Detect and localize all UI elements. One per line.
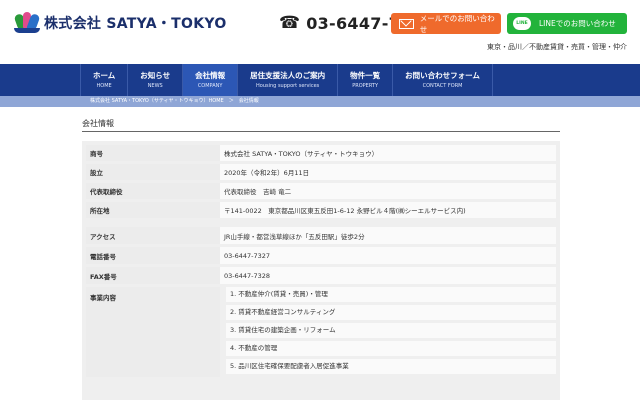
main-nav: ホーム HOME お知らせ NEWS 会社情報 COMPANY 居住支援法人のご… <box>0 64 640 96</box>
nav-item-sublabel: Housing support services <box>256 83 320 89</box>
breadcrumb[interactable]: 株式会社 SATYA・TOKYO（サティヤ・トウキョウ）HOME ＞ 会社情報 <box>0 96 640 107</box>
row-value: 03-6447-7327 <box>220 247 556 264</box>
nav-item-label: お知らせ <box>140 71 171 80</box>
nav-item-sublabel: CONTACT FORM <box>422 83 463 89</box>
row-label: 所在地 <box>86 202 220 218</box>
tagline: 東京・品川／不動産賃貸・売買・管理・仲介 <box>487 43 627 51</box>
line-contact-button[interactable]: LINE LINEでのお問い合わせ <box>507 13 627 34</box>
logo-text: 株式会社 SATYA・TOKYO <box>44 16 227 32</box>
nav-item-label: 居住支援法人のご案内 <box>250 71 326 80</box>
nav-item-company[interactable]: 会社情報 COMPANY <box>183 64 239 96</box>
table-row: 所在地 〒141-0022 東京都品川区東五反田1-6-12 永野ビル４階(㈱シ… <box>86 202 556 227</box>
table-row: 商号 株式会社 SATYA・TOKYO（サティヤ・トウキョウ） <box>86 145 556 164</box>
telephone-icon: ☎ <box>279 13 301 33</box>
row-label: 電話番号 <box>86 247 220 264</box>
nav-item-home[interactable]: ホーム HOME <box>80 64 129 96</box>
row-value: 2020年（令和2年）6月11日 <box>220 164 556 180</box>
table-row: アクセス JR山手線・都営浅草線ほか「五反田駅」徒歩2分 <box>86 227 556 247</box>
mail-icon <box>399 18 414 29</box>
table-row: 事業内容 1. 不動産仲介(賃貸・売買)・管理 2. 賃貸不動産経営コンサルティ… <box>86 287 556 380</box>
list-item: 4. 不動産の管理 <box>226 341 556 356</box>
nav-item-news[interactable]: お知らせ NEWS <box>128 64 184 96</box>
row-value: 株式会社 SATYA・TOKYO（サティヤ・トウキョウ） <box>220 145 556 161</box>
nav-item-contact-form[interactable]: お問い合わせフォーム CONTACT FORM <box>393 64 493 96</box>
company-info-table: 商号 株式会社 SATYA・TOKYO（サティヤ・トウキョウ） 設立 2020年… <box>82 141 560 400</box>
row-label: FAX番号 <box>86 267 220 284</box>
row-value: 代表取締役 吉崎 竜二 <box>220 183 556 199</box>
list-item: 2. 賃貸不動産経営コンサルティング <box>226 305 556 320</box>
line-contact-label: LINEでのお問い合わせ <box>539 19 616 28</box>
logo-mark-icon <box>13 12 41 34</box>
row-label: アクセス <box>86 227 220 244</box>
nav-item-property[interactable]: 物件一覧 PROPERTY <box>338 64 394 96</box>
row-label: 商号 <box>86 145 220 161</box>
row-label: 代表取締役 <box>86 183 220 199</box>
row-value: JR山手線・都営浅草線ほか「五反田駅」徒歩2分 <box>220 227 556 244</box>
list-item: 3. 賃貸住宅の建築企画・リフォーム <box>226 323 556 338</box>
nav-item-sublabel: HOME <box>96 83 112 89</box>
mail-contact-button[interactable]: メールでのお問い合わせ <box>391 13 501 34</box>
table-row: 代表取締役 代表取締役 吉崎 竜二 <box>86 183 556 202</box>
nav-item-label: 会社情報 <box>195 71 226 80</box>
nav-item-label: 物件一覧 <box>350 71 381 80</box>
business-list: 1. 不動産仲介(賃貸・売買)・管理 2. 賃貸不動産経営コンサルティング 3.… <box>220 287 556 377</box>
row-value: 03-6447-7328 <box>220 267 556 284</box>
site-logo[interactable]: 株式会社 SATYA・TOKYO <box>13 12 227 34</box>
nav-item-sublabel: NEWS <box>147 83 163 89</box>
table-row: FAX番号 03-6447-7328 <box>86 267 556 287</box>
row-label: 設立 <box>86 164 220 180</box>
nav-item-label: お問い合わせフォーム <box>405 71 480 80</box>
row-value: 〒141-0022 東京都品川区東五反田1-6-12 永野ビル４階(㈱シーエルサ… <box>220 202 556 218</box>
nav-item-sublabel: PROPERTY <box>352 83 379 89</box>
table-row: 電話番号 03-6447-7327 <box>86 247 556 267</box>
nav-item-sublabel: COMPANY <box>197 83 223 89</box>
line-icon: LINE <box>513 17 531 30</box>
nav-item-housing-support[interactable]: 居住支援法人のご案内 Housing support services <box>238 64 339 96</box>
mail-contact-label: メールでのお問い合わせ <box>419 13 495 34</box>
table-row: 設立 2020年（令和2年）6月11日 <box>86 164 556 183</box>
nav-item-label: ホーム <box>93 71 116 80</box>
list-item: 5. 品川区住宅確保要配慮者入居促進事業 <box>226 359 556 374</box>
page-title: 会社情報 <box>82 118 560 132</box>
row-label: 事業内容 <box>86 287 220 377</box>
list-item: 1. 不動産仲介(賃貸・売買)・管理 <box>226 287 556 302</box>
